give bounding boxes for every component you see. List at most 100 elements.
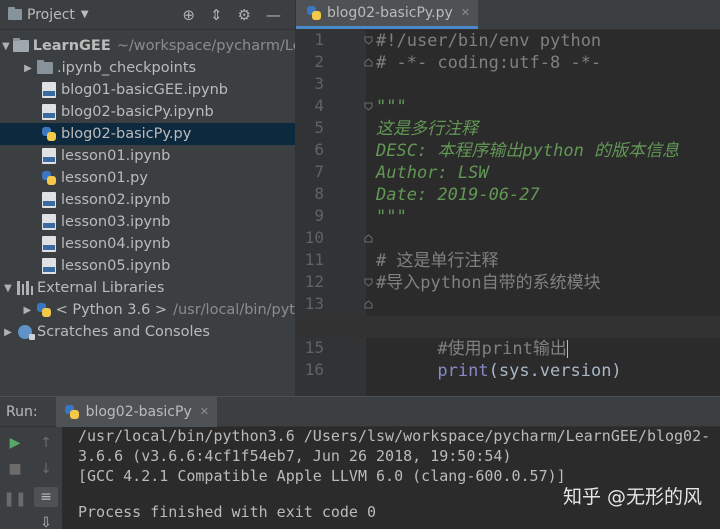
tree-item-label: lesson04.ipynb: [61, 236, 171, 252]
code-line-12: #导入python自带的系统模块: [376, 273, 601, 293]
code-line-1: #!/user/bin/env python: [376, 31, 602, 51]
collapsed-arrow-icon[interactable]: ▶: [2, 327, 14, 338]
soft-wrap-icon[interactable]: ≡: [34, 487, 58, 507]
tree-item-external-libraries[interactable]: ▼ External Libraries: [0, 277, 295, 299]
tree-item-file[interactable]: lesson02.ipynb: [0, 189, 295, 211]
line-number: 12: [304, 272, 324, 291]
down-arrow-icon[interactable]: ↓: [34, 459, 58, 479]
gear-icon[interactable]: ⚙: [238, 6, 251, 24]
chevron-down-icon[interactable]: ▼: [81, 9, 89, 20]
notebook-file-icon: [41, 104, 57, 120]
run-tab-blog02-basicpy[interactable]: blog02-basicPy ✕: [55, 396, 217, 427]
notebook-file-icon: [41, 82, 57, 98]
fold-marker-icon[interactable]: [364, 234, 373, 243]
code-line-7: Author: LSW: [376, 163, 489, 183]
line-number: 6: [314, 140, 324, 159]
locate-icon[interactable]: ⊕: [182, 6, 195, 24]
tree-item-python-sdk[interactable]: ▶ < Python 3.6 > /usr/local/bin/pyt: [0, 299, 295, 321]
builtin-print: print: [437, 361, 489, 381]
code-area[interactable]: #!/user/bin/env python # -*- coding:utf-…: [296, 30, 720, 396]
up-arrow-icon[interactable]: ↑: [34, 433, 58, 453]
notebook-file-icon: [41, 214, 57, 230]
code-line-15: print(sys.version): [376, 338, 621, 381]
tree-item-label: lesson05.ipynb: [61, 258, 171, 274]
tree-item-file[interactable]: lesson05.ipynb: [0, 255, 295, 277]
tree-item-ipynb-checkpoints[interactable]: ▶ .ipynb_checkpoints: [0, 57, 295, 79]
close-icon[interactable]: ✕: [461, 6, 470, 19]
fold-marker-icon[interactable]: [364, 36, 373, 45]
line-gutter: 1 2 3 4 5 6 7 8 9 10 11 12 13 14 15 16: [296, 30, 373, 396]
tree-item-scratches[interactable]: ▶ Scratches and Consoles: [0, 321, 295, 343]
notebook-file-icon: [41, 258, 57, 274]
line-number: 2: [314, 52, 324, 71]
line-number: 15: [304, 338, 324, 357]
code-line-14-current: #使用print输出: [296, 316, 720, 359]
tree-item-path: /usr/local/bin/pyt: [173, 302, 295, 318]
tree-item-file[interactable]: blog02-basicPy.ipynb: [0, 101, 295, 123]
tree-item-file-selected[interactable]: blog02-basicPy.py: [0, 123, 295, 145]
run-header: Run: blog02-basicPy ✕: [0, 396, 720, 427]
scroll-to-end-icon[interactable]: ⇩: [34, 513, 58, 529]
fold-marker-icon[interactable]: [364, 102, 373, 111]
hide-panel-icon[interactable]: —: [266, 6, 281, 24]
collapsed-arrow-icon[interactable]: ▶: [22, 305, 33, 316]
console-line: /usr/local/bin/python3.6 /Users/lsw/work…: [78, 427, 711, 445]
stop-icon[interactable]: ■: [3, 459, 27, 479]
tree-item-file[interactable]: blog01-basicGEE.ipynb: [0, 79, 295, 101]
tree-item-label: lesson01.ipynb: [61, 148, 171, 164]
code-line-2: # -*- coding:utf-8 -*-: [376, 53, 602, 73]
tree-item-file[interactable]: lesson03.ipynb: [0, 211, 295, 233]
tab-label: blog02-basicPy.py: [327, 4, 453, 21]
tree-item-label: blog01-basicGEE.ipynb: [61, 82, 229, 98]
tree-item-label: lesson03.ipynb: [61, 214, 171, 230]
tree-item-file[interactable]: lesson04.ipynb: [0, 233, 295, 255]
fold-marker-icon[interactable]: [364, 58, 373, 67]
run-toolbar: ▶ ↑ ■ ↓ ❚❚ ≡ ⇩: [0, 427, 62, 529]
tree-item-label: External Libraries: [37, 280, 165, 296]
line-number: 1: [314, 30, 324, 49]
line-number: 8: [314, 184, 324, 203]
close-icon[interactable]: ✕: [200, 405, 209, 418]
line-number: 7: [314, 162, 324, 181]
tree-item-label: blog02-basicPy.ipynb: [61, 104, 214, 120]
expand-arrow-icon[interactable]: ▼: [2, 41, 10, 52]
editor-tabbar: blog02-basicPy.py ✕: [296, 0, 720, 30]
python-file-icon: [306, 5, 322, 21]
console-line: 3.6.6 (v3.6.6:4cf1f54eb7, Jun 26 2018, 1…: [78, 447, 512, 465]
fold-marker-icon[interactable]: [364, 300, 373, 309]
collapse-all-icon[interactable]: ⇕: [210, 6, 223, 24]
notebook-file-icon: [41, 148, 57, 164]
tree-item-label: lesson01.py: [61, 170, 148, 186]
expand-arrow-icon[interactable]: ▼: [2, 283, 14, 294]
fold-marker-icon[interactable]: [364, 278, 373, 287]
tree-root-learngee[interactable]: ▼ LearnGEE ~/workspace/pycharm/Le: [0, 35, 295, 57]
tree-item-label: < Python 3.6 >: [55, 302, 168, 318]
python-sdk-icon: [36, 302, 52, 318]
scratches-icon: [17, 324, 35, 340]
line-number: 5: [314, 118, 324, 137]
tab-blog02-basicpy[interactable]: blog02-basicPy.py ✕: [296, 0, 479, 29]
folder-icon: [12, 38, 29, 54]
tree-item-file[interactable]: lesson01.py: [0, 167, 295, 189]
project-title[interactable]: Project: [27, 7, 75, 23]
line-number: 13: [304, 294, 324, 313]
line-number: 11: [304, 250, 324, 269]
notebook-file-icon: [41, 236, 57, 252]
collapsed-arrow-icon[interactable]: ▶: [22, 63, 34, 74]
console-line: Process finished with exit code 0: [78, 503, 377, 521]
code-line-6: DESC: 本程序输出python 的版本信息: [376, 141, 680, 161]
call-args: (sys.version): [488, 361, 622, 381]
project-header: Project ▼ ⊕ ⇕ ⚙ —: [0, 0, 295, 30]
pause-icon[interactable]: ❚❚: [3, 489, 27, 509]
code-line-11: # 这是单行注释: [376, 251, 499, 271]
run-label: Run:: [6, 403, 38, 420]
library-icon: [17, 280, 33, 296]
notebook-file-icon: [41, 192, 57, 208]
tree-item-label: blog02-basicPy.py: [61, 126, 192, 142]
run-panel: Run: blog02-basicPy ✕ ▶ ↑ ■ ↓ ❚❚ ≡ ⇩ /us…: [0, 396, 720, 529]
tree-item-file[interactable]: lesson01.ipynb: [0, 145, 295, 167]
line-number: 9: [314, 206, 324, 225]
console-line: [GCC 4.2.1 Compatible Apple LLVM 6.0 (cl…: [78, 467, 566, 485]
rerun-icon[interactable]: ▶: [3, 433, 27, 453]
tree-root-name: LearnGEE: [32, 38, 111, 54]
